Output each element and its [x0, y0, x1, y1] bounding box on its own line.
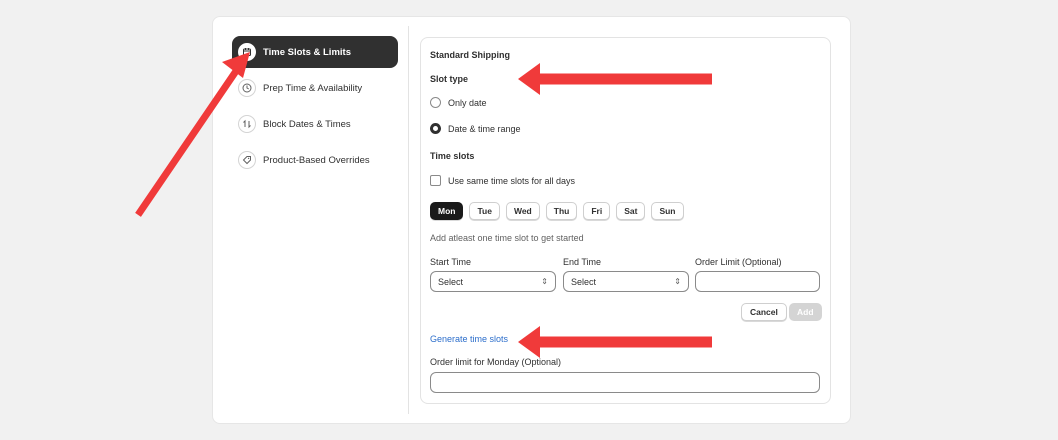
empty-hint: Add atleast one time slot to get started: [430, 233, 584, 243]
day-thu[interactable]: Thu: [545, 202, 578, 220]
day-sun[interactable]: Sun: [651, 202, 684, 220]
sidebar-item-label: Product-Based Overrides: [263, 154, 370, 166]
end-time-label: End Time: [563, 257, 602, 267]
day-fri[interactable]: Fri: [583, 202, 611, 220]
radio-date-time-range[interactable]: Date & time range: [430, 123, 521, 134]
tag-icon: [238, 151, 256, 169]
swap-icon: [238, 115, 256, 133]
order-limit-input[interactable]: [695, 271, 820, 292]
radio-label: Only date: [448, 97, 487, 108]
checkbox-box: [430, 175, 441, 186]
sidebar-item-label: Time Slots & Limits: [263, 46, 351, 58]
clock-icon: [238, 79, 256, 97]
add-button[interactable]: Add: [789, 303, 822, 321]
monday-limit-label: Order limit for Monday (Optional): [430, 357, 562, 367]
panel-title: Standard Shipping: [430, 50, 510, 60]
radio-label: Date & time range: [448, 123, 521, 134]
time-slots-label: Time slots: [430, 151, 475, 161]
generate-time-slots-link[interactable]: Generate time slots: [430, 334, 508, 344]
radio-circle-selected: [430, 123, 441, 134]
sidebar-item-prep-time[interactable]: Prep Time & Availability: [232, 72, 398, 104]
day-tue[interactable]: Tue: [469, 202, 500, 220]
day-wed[interactable]: Wed: [505, 202, 540, 220]
checkbox-label: Use same time slots for all days: [448, 175, 576, 186]
same-slots-checkbox[interactable]: Use same time slots for all days: [430, 175, 575, 186]
sidebar: Time Slots & Limits Prep Time & Availabi…: [232, 36, 398, 180]
start-time-label: Start Time: [430, 257, 472, 267]
sidebar-item-time-slots[interactable]: Time Slots & Limits: [232, 36, 398, 68]
calendar-icon: [238, 43, 256, 61]
select-value: Select: [438, 276, 464, 287]
select-value: Select: [571, 276, 597, 287]
sidebar-item-block-dates[interactable]: Block Dates & Times: [232, 108, 398, 140]
day-sat[interactable]: Sat: [616, 202, 646, 220]
monday-limit-input[interactable]: [430, 372, 820, 393]
vertical-divider: [408, 26, 409, 414]
radio-only-date[interactable]: Only date: [430, 97, 487, 108]
slot-type-label: Slot type: [430, 74, 469, 84]
settings-panel: [420, 37, 831, 404]
day-mon[interactable]: Mon: [430, 202, 464, 220]
chevron-up-down-icon: ⇕: [674, 277, 681, 286]
start-time-select[interactable]: Select ⇕: [430, 271, 556, 292]
sidebar-item-label: Block Dates & Times: [263, 118, 351, 130]
sidebar-item-product-overrides[interactable]: Product-Based Overrides: [232, 144, 398, 176]
end-time-select[interactable]: Select ⇕: [563, 271, 689, 292]
order-limit-label: Order Limit (Optional): [695, 257, 782, 267]
cancel-button[interactable]: Cancel: [741, 303, 787, 321]
sidebar-item-label: Prep Time & Availability: [263, 82, 363, 94]
chevron-up-down-icon: ⇕: [541, 277, 548, 286]
day-selector: Mon Tue Wed Thu Fri Sat Sun: [430, 202, 684, 220]
radio-circle: [430, 97, 441, 108]
